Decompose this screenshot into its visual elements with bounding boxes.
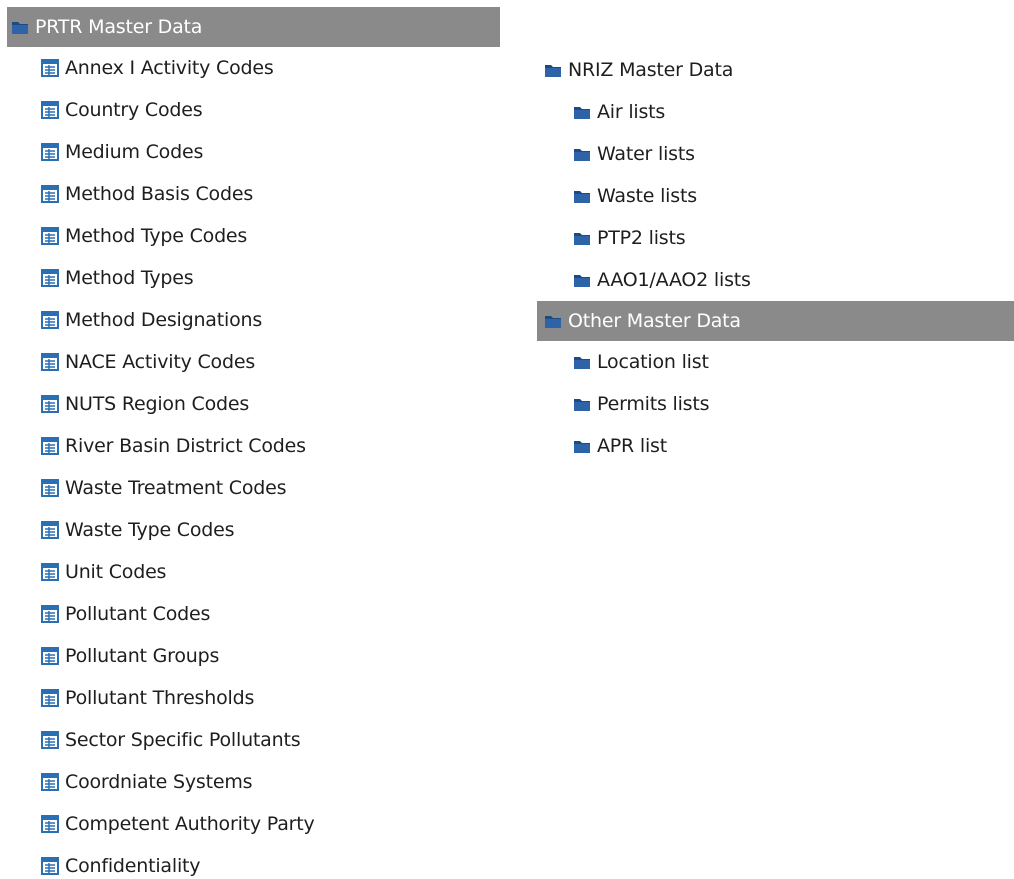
tree-item-water-lists[interactable]: Water lists (537, 133, 1014, 175)
tree-item-label: Confidentiality (65, 855, 201, 877)
table-icon (41, 395, 59, 413)
tree-item-label: Pollutant Codes (65, 603, 211, 625)
tree-item-label: NACE Activity Codes (65, 351, 256, 373)
tree-item-label: Country Codes (65, 99, 203, 121)
tree-item-air-lists[interactable]: Air lists (537, 91, 1014, 133)
folder-icon (544, 314, 562, 329)
folder-icon (544, 63, 562, 78)
tree-item-label: Waste Treatment Codes (65, 477, 287, 499)
tree-item-method-designations[interactable]: Method Designations (7, 299, 500, 341)
table-icon (41, 731, 59, 749)
tree-item-label: Method Basis Codes (65, 183, 254, 205)
table-icon (41, 227, 59, 245)
tree-item-method-types[interactable]: Method Types (7, 257, 500, 299)
folder-icon (573, 231, 591, 246)
table-icon (41, 563, 59, 581)
prtr-tree: PRTR Master Data Annex I Activity Codes C… (7, 7, 500, 879)
tree-item-label: AAO1/AAO2 lists (597, 269, 751, 291)
tree-item-label: River Basin District Codes (65, 435, 306, 457)
table-icon (41, 857, 59, 875)
tree-item-label: Competent Authority Party (65, 813, 315, 835)
tree-item-waste-lists[interactable]: Waste lists (537, 175, 1014, 217)
table-icon (41, 101, 59, 119)
tree-item-label: PTP2 lists (597, 227, 686, 249)
folder-icon (573, 397, 591, 412)
tree-item-label: Location list (597, 351, 709, 373)
folder-icon (573, 189, 591, 204)
tree-item-apr-list[interactable]: APR list (537, 425, 1014, 467)
table-icon (41, 353, 59, 371)
tree-item-aao1-aao2-lists[interactable]: AAO1/AAO2 lists (537, 259, 1014, 301)
tree-node-label: NRIZ Master Data (568, 59, 734, 81)
tree-item-permits-lists[interactable]: Permits lists (537, 383, 1014, 425)
tree-item-waste-type-codes[interactable]: Waste Type Codes (7, 509, 500, 551)
table-icon (41, 773, 59, 791)
table-icon (41, 437, 59, 455)
tree-item-label: Sector Specific Pollutants (65, 729, 301, 751)
tree-item-label: Waste lists (597, 185, 697, 207)
tree-item-label: Waste Type Codes (65, 519, 235, 541)
tree-item-confidentiality[interactable]: Confidentiality (7, 845, 500, 879)
tree-item-coordniate-systems[interactable]: Coordniate Systems (7, 761, 500, 803)
table-icon (41, 479, 59, 497)
tree-item-label: Pollutant Thresholds (65, 687, 255, 709)
tree-item-label: Medium Codes (65, 141, 204, 163)
master-data-tree-panel: PRTR Master Data Annex I Activity Codes C… (0, 0, 1014, 879)
folder-icon (573, 355, 591, 370)
tree-item-method-type-codes[interactable]: Method Type Codes (7, 215, 500, 257)
tree-item-competent-authority-party[interactable]: Competent Authority Party (7, 803, 500, 845)
tree-item-river-basin-district-codes[interactable]: River Basin District Codes (7, 425, 500, 467)
tree-item-nuts-region-codes[interactable]: NUTS Region Codes (7, 383, 500, 425)
nriz-other-tree: NRIZ Master Data Air lists Water lists Was… (537, 49, 1014, 467)
table-icon (41, 143, 59, 161)
folder-icon (573, 273, 591, 288)
tree-item-label: Water lists (597, 143, 695, 165)
table-icon (41, 689, 59, 707)
tree-item-label: Method Type Codes (65, 225, 248, 247)
tree-item-label: NUTS Region Codes (65, 393, 250, 415)
folder-icon (573, 439, 591, 454)
tree-node-nriz-master-data[interactable]: NRIZ Master Data (537, 49, 1014, 91)
tree-item-label: APR list (597, 435, 668, 457)
tree-item-label: Method Designations (65, 309, 263, 331)
tree-item-ptp2-lists[interactable]: PTP2 lists (537, 217, 1014, 259)
tree-item-label: Permits lists (597, 393, 710, 415)
tree-item-waste-treatment-codes[interactable]: Waste Treatment Codes (7, 467, 500, 509)
tree-item-pollutant-groups[interactable]: Pollutant Groups (7, 635, 500, 677)
folder-icon (573, 147, 591, 162)
tree-item-label: Pollutant Groups (65, 645, 220, 667)
tree-node-label: Other Master Data (568, 310, 741, 332)
tree-item-country-codes[interactable]: Country Codes (7, 89, 500, 131)
folder-icon (573, 105, 591, 120)
tree-item-nace-activity-codes[interactable]: NACE Activity Codes (7, 341, 500, 383)
tree-item-label: Coordniate Systems (65, 771, 253, 793)
tree-node-label: PRTR Master Data (35, 16, 203, 38)
tree-item-unit-codes[interactable]: Unit Codes (7, 551, 500, 593)
table-icon (41, 269, 59, 287)
tree-item-location-list[interactable]: Location list (537, 341, 1014, 383)
table-icon (41, 521, 59, 539)
tree-item-label: Air lists (597, 101, 666, 123)
tree-item-method-basis-codes[interactable]: Method Basis Codes (7, 173, 500, 215)
tree-item-pollutant-thresholds[interactable]: Pollutant Thresholds (7, 677, 500, 719)
tree-item-medium-codes[interactable]: Medium Codes (7, 131, 500, 173)
tree-item-sector-specific-pollutants[interactable]: Sector Specific Pollutants (7, 719, 500, 761)
table-icon (41, 185, 59, 203)
folder-icon (11, 20, 29, 35)
tree-item-label: Annex I Activity Codes (65, 57, 274, 79)
table-icon (41, 605, 59, 623)
tree-item-label: Method Types (65, 267, 194, 289)
tree-node-prtr-master-data[interactable]: PRTR Master Data (7, 7, 500, 47)
tree-item-pollutant-codes[interactable]: Pollutant Codes (7, 593, 500, 635)
table-icon (41, 59, 59, 77)
table-icon (41, 647, 59, 665)
tree-node-other-master-data[interactable]: Other Master Data (537, 301, 1014, 341)
tree-item-annex-i-activity-codes[interactable]: Annex I Activity Codes (7, 47, 500, 89)
tree-item-label: Unit Codes (65, 561, 167, 583)
table-icon (41, 311, 59, 329)
table-icon (41, 815, 59, 833)
